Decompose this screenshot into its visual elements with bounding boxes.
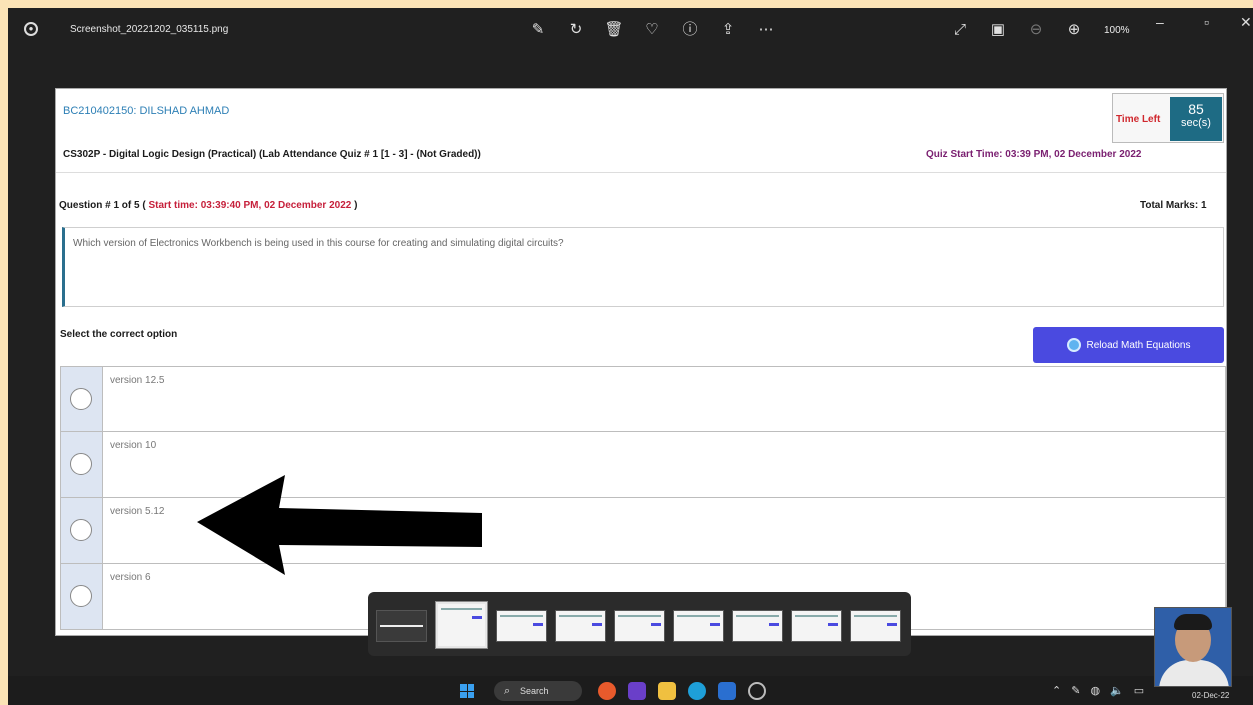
search-label: Search (520, 686, 549, 696)
person-hair (1174, 614, 1212, 630)
rotate-icon[interactable]: ↻ (564, 18, 588, 42)
title-bar: ● Screenshot_20221202_035115.png ✎ ↻ 🗑 ♡… (8, 8, 1253, 52)
obs-icon[interactable] (748, 682, 766, 700)
radio-cell (61, 367, 103, 431)
option-text: version 6 (110, 572, 151, 583)
reload-icon (1066, 338, 1081, 352)
thumbnail[interactable] (673, 610, 724, 642)
zoom-in-icon[interactable]: ⊕ (1062, 18, 1086, 42)
pointer-arrow-icon (197, 475, 482, 575)
question-number-text: Question # 1 of 5 ( (59, 200, 146, 211)
thumbnail[interactable] (555, 610, 606, 642)
zoom-out-icon[interactable]: ⊖ (1024, 18, 1048, 42)
battery-icon[interactable]: ▭ (1134, 684, 1144, 697)
expand-icon[interactable]: ⤢ (948, 18, 972, 42)
photos-taskbar-icon[interactable] (718, 682, 736, 700)
person-shoulders (1159, 660, 1229, 686)
thumbnail[interactable] (732, 610, 783, 642)
option-text: version 5.12 (110, 506, 165, 517)
start-icon[interactable] (460, 684, 474, 698)
time-left-unit: sec(s) (1181, 117, 1211, 129)
close-button[interactable]: ✕ (1240, 14, 1252, 31)
student-name: BC210402150: DILSHAD AHMAD (63, 105, 230, 117)
option-text: version 10 (110, 440, 157, 451)
search-icon: ⌕ (504, 685, 511, 697)
radio-button[interactable] (70, 453, 92, 475)
radio-cell (61, 498, 103, 563)
total-marks: Total Marks: 1 (1140, 200, 1207, 211)
thumbnail[interactable] (614, 610, 665, 642)
time-left-box: Time Left 85 sec(s) (1112, 93, 1224, 143)
quiz-start-time: Quiz Start Time: 03:39 PM, 02 December 2… (926, 149, 1142, 160)
answer-option[interactable]: version 12.5 (60, 366, 1226, 432)
time-left-counter: 85 sec(s) (1170, 97, 1222, 141)
thumbnail[interactable] (376, 610, 427, 642)
file-name: Screenshot_20221202_035115.png (70, 24, 229, 35)
pen-icon[interactable]: ✎ (1071, 684, 1080, 697)
favorite-icon[interactable]: ♡ (640, 18, 664, 42)
divider (56, 172, 1226, 173)
reload-button-label: Reload Math Equations (1086, 339, 1191, 351)
question-start-time: Start time: 03:39:40 PM, 02 December 202… (148, 200, 352, 211)
photos-app-icon: ● (24, 22, 38, 36)
edge-icon[interactable] (688, 682, 706, 700)
thumbnail-selected[interactable] (435, 601, 488, 649)
system-tray: ⌃ ✎ ◍ 🔈 ▭ (1052, 684, 1144, 697)
viewer-toolbar: ✎ ↻ 🗑 ♡ ⓘ ⇪ ⋯ (526, 18, 778, 42)
share-icon[interactable]: ⇪ (716, 18, 740, 42)
taskbar-search[interactable]: ⌕ Search (494, 681, 582, 701)
thumbnail[interactable] (496, 610, 547, 642)
thumbnail[interactable] (850, 610, 901, 642)
question-number-close: ) (354, 200, 358, 211)
app-icon[interactable] (628, 682, 646, 700)
edit-image-icon[interactable]: ✎ (526, 18, 550, 42)
question-number: Question # 1 of 5 ( Start time: 03:39:40… (59, 200, 357, 211)
webcam-overlay (1154, 607, 1232, 687)
course-title: CS302P - Digital Logic Design (Practical… (63, 149, 481, 160)
minimize-button[interactable]: – (1156, 14, 1164, 30)
option-text: version 12.5 (110, 375, 165, 386)
globe-icon[interactable]: ◍ (1090, 684, 1100, 697)
radio-button[interactable] (70, 388, 92, 410)
maximize-button[interactable]: ▫ (1204, 14, 1209, 30)
radio-cell (61, 432, 103, 497)
filmstrip (368, 592, 911, 656)
zoom-level: 100% (1104, 24, 1130, 36)
radio-cell (61, 564, 103, 629)
more-icon[interactable]: ⋯ (754, 18, 778, 42)
radio-button[interactable] (70, 519, 92, 541)
chrome-icon[interactable] (598, 682, 616, 700)
thumbnail[interactable] (791, 610, 842, 642)
reload-math-button[interactable]: Reload Math Equations (1033, 327, 1224, 363)
chevron-up-icon[interactable]: ⌃ (1052, 684, 1061, 697)
time-left-value: 85 (1188, 101, 1204, 117)
time-left-label: Time Left (1116, 114, 1161, 125)
volume-icon[interactable]: 🔈 (1110, 684, 1124, 697)
select-option-label: Select the correct option (60, 329, 178, 340)
file-explorer-icon[interactable] (658, 682, 676, 700)
taskbar: ⌕ Search ⌃ ✎ ◍ 🔈 ▭ 4:22 PM 02-Dec-22 (8, 676, 1253, 705)
question-text: Which version of Electronics Workbench i… (62, 227, 1224, 307)
radio-button[interactable] (70, 585, 92, 607)
clock-date: 02-Dec-22 (1192, 691, 1230, 700)
fit-icon[interactable]: ▣ (986, 18, 1010, 42)
delete-icon[interactable]: 🗑 (602, 18, 626, 42)
info-icon[interactable]: ⓘ (678, 18, 702, 42)
viewer-zoom-controls: ⤢ ▣ ⊖ ⊕ 100% (948, 18, 1130, 42)
